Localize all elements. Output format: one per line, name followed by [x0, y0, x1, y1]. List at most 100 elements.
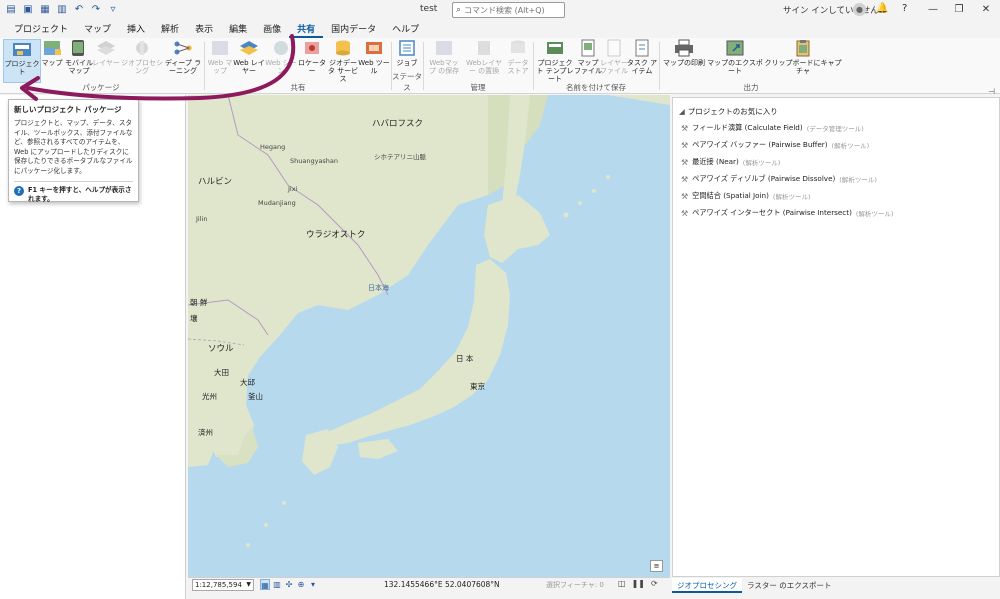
tab-domestic-data[interactable]: 国内データ — [323, 20, 384, 38]
map-label-gwangju: 光州 — [202, 392, 217, 401]
tool-item[interactable]: ⚒ 最近接 (Near) (解析ツール) — [681, 157, 780, 167]
tab-insert[interactable]: 挿入 — [119, 20, 153, 38]
replace-web-layer-button[interactable]: Webレイヤー の置換 — [464, 39, 504, 83]
package-deep-learning-button[interactable]: ディープ ラーニング — [164, 39, 202, 83]
pause-icon[interactable]: ❚❚ — [632, 579, 645, 588]
map-package-icon — [44, 41, 61, 55]
restore-icon[interactable]: ❐ — [948, 2, 970, 17]
tab-edit[interactable]: 編集 — [221, 20, 255, 38]
map-label-shuangyashan: Shuangyashan — [290, 157, 339, 165]
share-web-tool-button[interactable]: Web ツール — [358, 39, 390, 83]
undo-icon[interactable]: ↶ — [72, 3, 86, 17]
print-map-button[interactable]: マップの印刷 — [662, 39, 706, 83]
tool-item[interactable]: ⚒ ペアワイズ バッファー (Pairwise Buffer) (解析ツール) — [681, 140, 869, 150]
share-web-layer-button[interactable]: Web レイヤー — [232, 39, 266, 83]
fixed-zoom-icon[interactable]: ▦ — [260, 579, 270, 590]
map-view[interactable]: ハバロフスク シホテアリニ山脈 Hegang Shuangyashan ハルビン… — [188, 95, 670, 577]
print-icon[interactable]: ▥ — [55, 3, 69, 17]
help-question-icon: ? — [14, 186, 24, 196]
package-project-button[interactable]: プロジェクト — [3, 39, 41, 83]
web-tool-icon — [366, 42, 382, 54]
share-geodata-service-button[interactable]: ジオデータ サービス — [326, 39, 360, 83]
coordinate-system-icon[interactable]: ⊕ — [296, 579, 306, 590]
tab-project[interactable]: プロジェクト — [6, 20, 76, 38]
tab-raster-export[interactable]: ラスター のエクスポート — [742, 578, 837, 593]
map-label-khabarovsk: ハバロフスク — [372, 119, 424, 129]
new-project-icon[interactable]: ▤ — [4, 3, 18, 17]
map-label-japan: 日 本 — [456, 354, 474, 363]
data-store-button[interactable]: データ ストア — [504, 39, 532, 83]
collapse-caret-icon[interactable]: ◢ — [679, 107, 685, 116]
ribbon-separator — [204, 42, 205, 90]
task-item-button[interactable]: タスク アイテム — [626, 39, 658, 83]
status-right-tools: ◫ ❚❚ ⟳ — [618, 579, 658, 588]
tab-imagery[interactable]: 画像 — [255, 20, 289, 38]
tab-help[interactable]: ヘルプ — [384, 20, 427, 38]
map-label-seoul: ソウル — [208, 344, 234, 354]
map-label-sikhote-alin: シホテアリニ山脈 — [374, 153, 426, 161]
layout-icon[interactable]: ◫ — [618, 579, 626, 588]
user-avatar-icon[interactable]: ● — [853, 3, 866, 16]
share-web-map-button[interactable]: Web マップ — [206, 39, 234, 83]
save-web-map-button[interactable]: Webマップ の保存 — [426, 39, 462, 83]
capture-clipboard-button[interactable]: クリップボードにキャプチャ — [764, 39, 842, 83]
output-group: マップの印刷 マップのエクスポート クリップボードにキャプチャ 出力 — [660, 38, 842, 94]
refresh-icon[interactable]: ⟳ — [651, 579, 658, 588]
favorites-header[interactable]: ◢ プロジェクトのお気に入り — [679, 106, 778, 117]
share-locator-button[interactable]: ロケーター — [296, 39, 328, 83]
tab-analysis[interactable]: 解析 — [153, 20, 187, 38]
tool-item[interactable]: ⚒ ペアワイズ インターセクト (Pairwise Intersect) (解析… — [681, 208, 893, 218]
share-web-scene-button[interactable]: Web シーン — [264, 39, 298, 83]
package-mobile-map-button[interactable]: モバイル マップ — [64, 39, 94, 83]
tool-item[interactable]: ⚒ フィールド演算 (Calculate Field) (データ管理ツール) — [681, 123, 864, 133]
ribbon-tabs: プロジェクト マップ 挿入 解析 表示 編集 画像 共有 国内データ ヘルプ — [0, 20, 1000, 38]
package-layer-button[interactable]: レイヤー — [92, 39, 120, 83]
tooltip-divider — [14, 181, 133, 182]
manage-group: Webマップ の保存 Webレイヤー の置換 データ ストア 管理 — [424, 38, 532, 94]
basemap-graphic — [188, 95, 670, 547]
tab-view[interactable]: 表示 — [187, 20, 221, 38]
package-map-button[interactable]: マップ — [38, 39, 66, 83]
scale-selector[interactable]: 1:12,785,594 ▼ — [192, 579, 254, 591]
map-label-jixi: Jixi — [288, 185, 298, 193]
project-template-button[interactable]: プロジェクト テンプレート — [536, 39, 574, 83]
tooltip-help: ? F1 キーを押すと、ヘルプが表示されます。 — [14, 186, 133, 204]
web-map-icon — [212, 41, 228, 55]
map-notes-icon[interactable]: ≡ — [650, 560, 663, 572]
grid-icon[interactable]: ▥ — [272, 579, 282, 590]
layer-file-button[interactable]: レイヤー ファイル — [600, 39, 628, 83]
map-label-daegu: 大邱 — [240, 378, 255, 387]
ribbon: プロジェクト マップ モバイル マップ レイヤー ジオプロセシング ディープ ラ… — [0, 38, 1000, 94]
navigate-icon[interactable]: ✣ — [284, 579, 294, 590]
minimize-icon[interactable]: — — [922, 2, 944, 17]
map-label-vladivostok: ウラジオストク — [306, 230, 366, 240]
tool-item[interactable]: ⚒ ペアワイズ ディゾルブ (Pairwise Dissolve) (解析ツール… — [681, 174, 877, 184]
command-search[interactable]: ⌕ — [452, 2, 565, 18]
help-icon[interactable]: ? — [902, 3, 907, 14]
deep-learning-icon — [174, 41, 192, 55]
package-geoprocessing-button[interactable]: ジオプロセシング — [118, 39, 166, 83]
map-file-button[interactable]: マップ ファイル — [574, 39, 602, 83]
tab-map[interactable]: マップ — [76, 20, 119, 38]
tab-geoprocessing[interactable]: ジオプロセシング — [672, 578, 742, 593]
tool-item[interactable]: ⚒ 空間結合 (Spatial Join) (解析ツール) — [681, 191, 811, 201]
map-label-daejeon: 大田 — [214, 368, 229, 377]
hammer-icon: ⚒ — [681, 123, 689, 133]
command-search-input[interactable] — [464, 5, 560, 15]
redo-icon[interactable]: ↷ — [89, 3, 103, 17]
map-label-harbin: ハルビン — [198, 177, 233, 187]
notification-bell-icon[interactable]: 🔔 — [876, 3, 888, 14]
hammer-icon: ⚒ — [681, 174, 689, 184]
close-icon[interactable]: ✕ — [975, 2, 997, 17]
tooltip-help-text: F1 キーを押すと、ヘルプが表示されます。 — [28, 186, 132, 203]
open-project-icon[interactable]: ▣ — [21, 3, 35, 17]
tab-share[interactable]: 共有 — [289, 20, 324, 38]
layer-file-icon — [607, 39, 621, 57]
layer-package-icon — [97, 41, 115, 55]
project-package-tooltip: 新しいプロジェクト パッケージ プロジェクトと、マップ、データ、スタイル、ツール… — [8, 99, 139, 204]
export-map-button[interactable]: マップのエクスポート — [706, 39, 764, 83]
dropdown-icon[interactable]: ▾ — [308, 579, 318, 590]
map-label-jeju: 済州 — [198, 428, 213, 437]
customize-qat-icon[interactable]: ▿ — [106, 3, 120, 17]
save-icon[interactable]: ▦ — [38, 3, 52, 17]
